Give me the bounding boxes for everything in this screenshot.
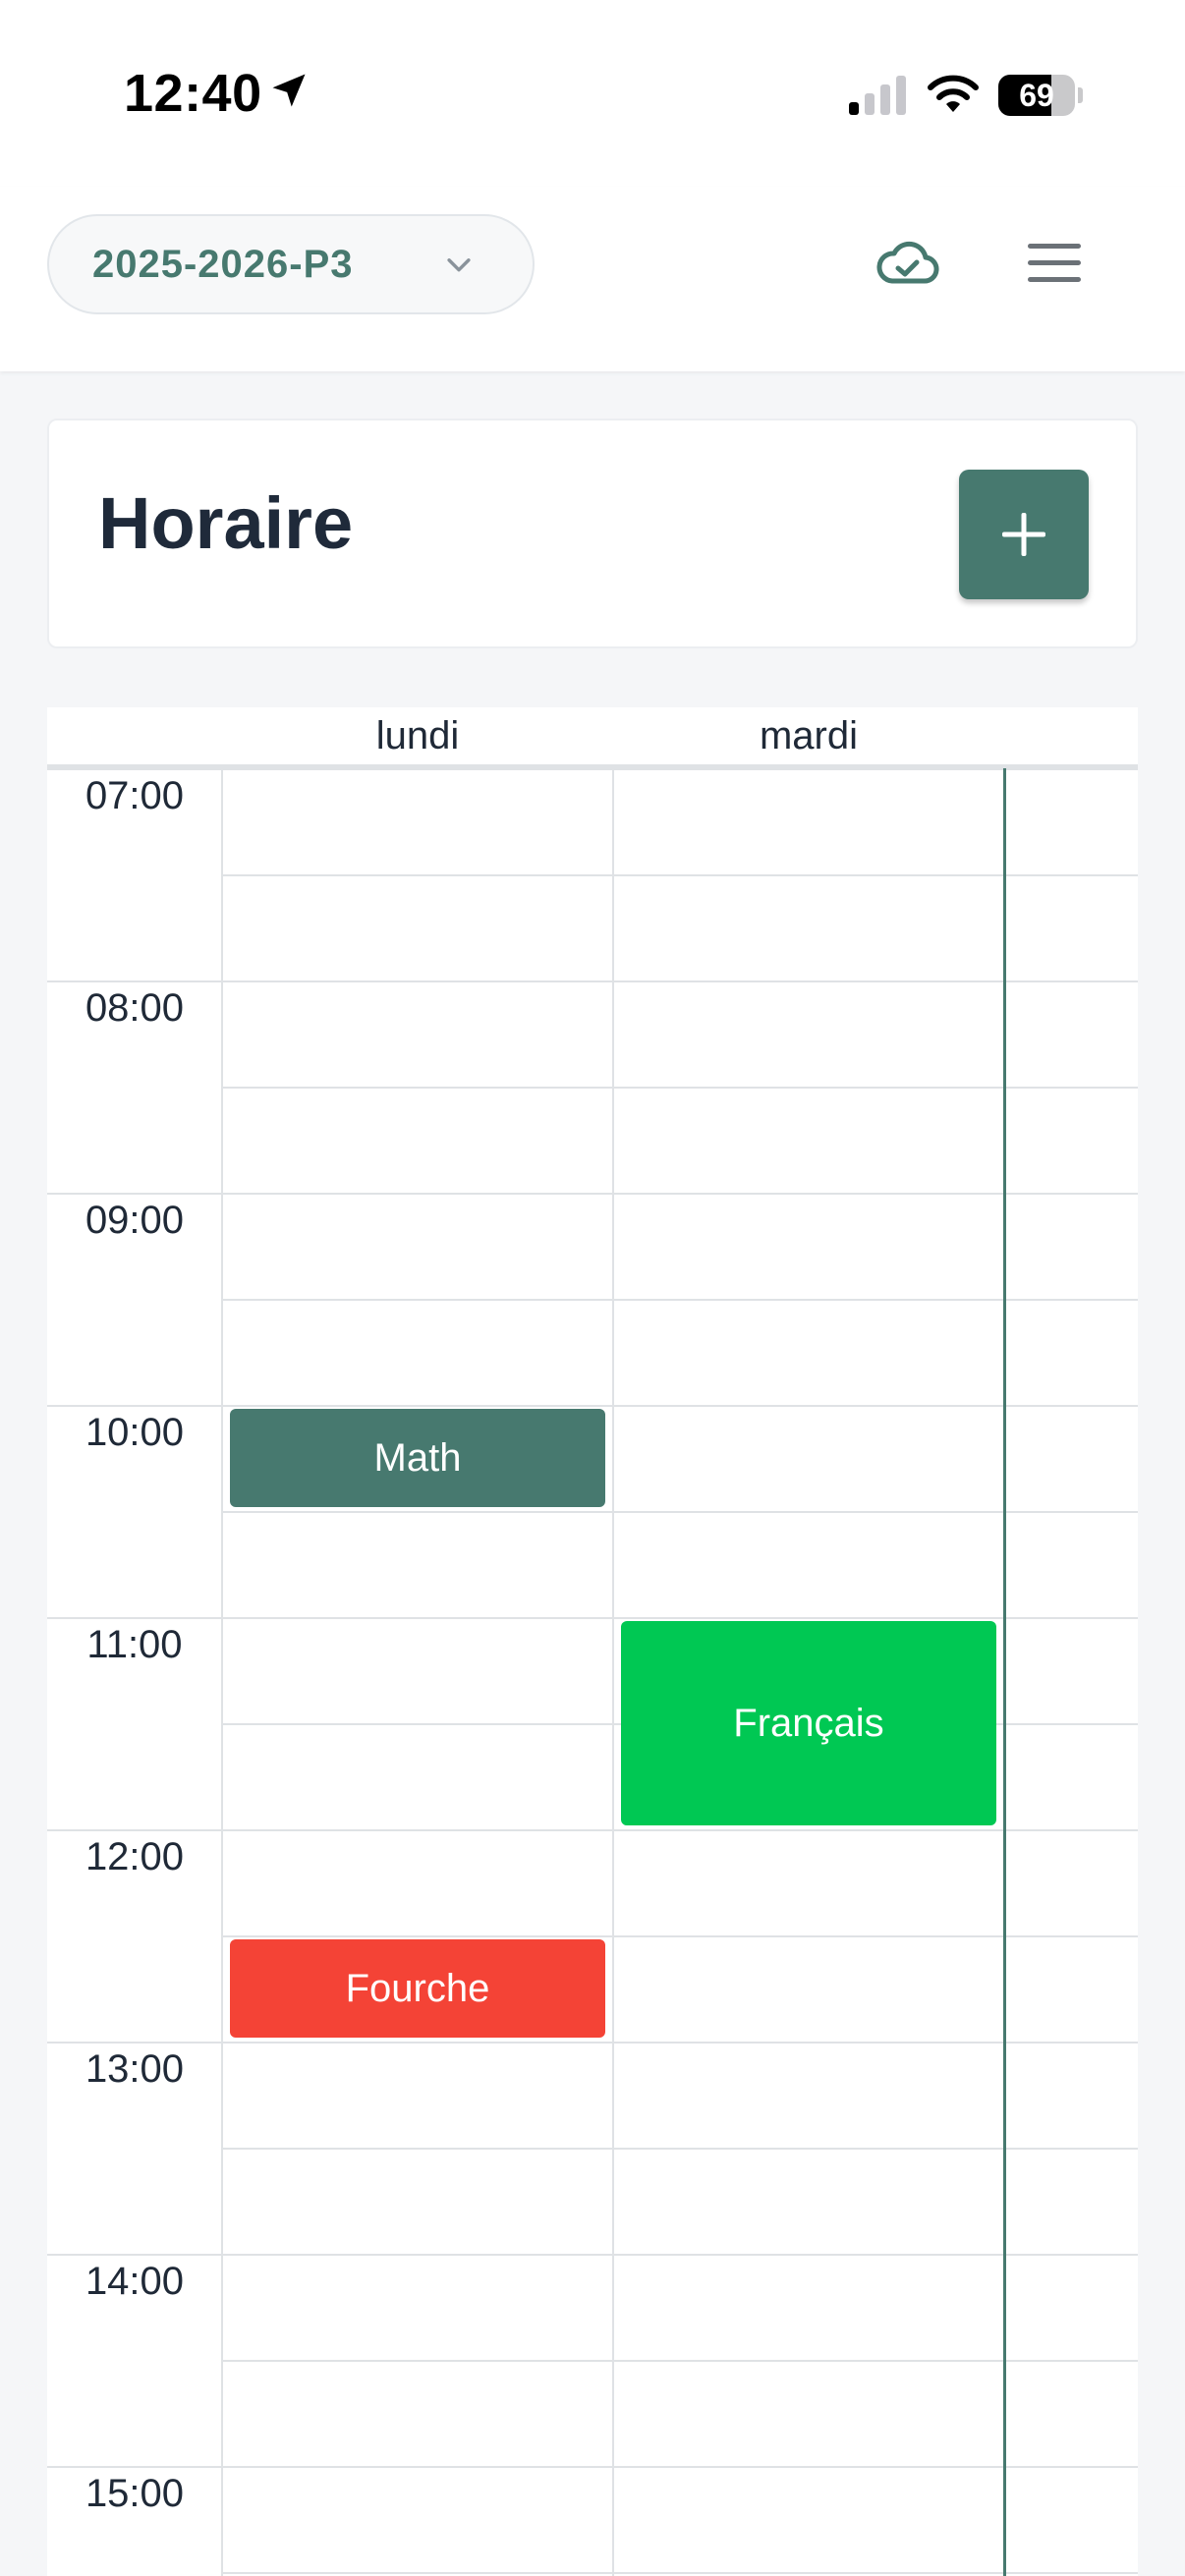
- calendar-grid[interactable]: 07:00 08:00 09:00 10:00 11:00 12:00 13:00 14:00…: [47, 768, 1138, 2576]
- hour-gridline: [47, 2042, 1138, 2044]
- hour-label: 12:00: [85, 1835, 185, 1878]
- half-hour-gridline: [222, 874, 1138, 876]
- chevron-down-icon: [447, 258, 471, 272]
- status-bar: 12:40 69: [0, 0, 1185, 187]
- plus-icon: [1002, 513, 1045, 556]
- half-hour-gridline: [222, 1299, 1138, 1301]
- day-column-divider: [612, 768, 614, 2576]
- day-column-divider: [221, 768, 223, 2576]
- battery-tip: [1078, 87, 1083, 103]
- hour-label: 15:00: [85, 2472, 185, 2515]
- hamburger-menu-icon[interactable]: [1026, 242, 1083, 285]
- event-fran-ais[interactable]: Français: [621, 1621, 996, 1825]
- hour-gridline: [47, 768, 1138, 770]
- wifi-icon: [928, 75, 979, 112]
- half-hour-gridline: [222, 2148, 1138, 2150]
- hour-gridline: [47, 1193, 1138, 1195]
- app-header: 2025-2026-P3: [0, 187, 1185, 371]
- battery-level: 69: [1019, 78, 1054, 113]
- event-fourche[interactable]: Fourche: [230, 1939, 605, 2038]
- hour-gridline: [47, 2466, 1138, 2468]
- title-card: Horaire: [47, 419, 1138, 648]
- battery-indicator: 69: [998, 75, 1083, 116]
- weekly-calendar: lundi mardi m 07:00 08:00 09:00 10:00 11:00 12:…: [47, 707, 1138, 2576]
- hour-gridline: [47, 1829, 1138, 1831]
- hour-gridline: [47, 2254, 1138, 2256]
- hour-label: 07:00: [85, 774, 185, 817]
- battery-body: 69: [998, 75, 1075, 116]
- hour-label: 13:00: [85, 2047, 185, 2091]
- hour-gridline: [47, 980, 1138, 982]
- add-event-button[interactable]: [959, 470, 1089, 599]
- hour-label: 14:00: [85, 2260, 185, 2303]
- cellular-signal-icon: [849, 76, 906, 115]
- period-select-value: 2025-2026-P3: [92, 243, 354, 286]
- half-hour-gridline: [222, 2572, 1138, 2574]
- cloud-check-icon[interactable]: [875, 238, 939, 287]
- location-arrow-icon: [272, 74, 306, 107]
- event-math[interactable]: Math: [230, 1409, 605, 1507]
- half-hour-gridline: [222, 2360, 1138, 2362]
- status-time: 12:40: [124, 64, 262, 123]
- current-day-divider: [1003, 768, 1006, 2576]
- hour-gridline: [47, 1405, 1138, 1407]
- hour-label: 09:00: [85, 1199, 185, 1242]
- hour-label: 11:00: [86, 1623, 183, 1666]
- half-hour-gridline: [222, 1935, 1138, 1937]
- half-hour-gridline: [222, 1511, 1138, 1513]
- day-header-0: lundi: [375, 714, 460, 757]
- day-header-1: mardi: [759, 714, 859, 757]
- page-title: Horaire: [98, 482, 354, 564]
- calendar-day-header: lundi mardi m: [47, 707, 1138, 768]
- period-select[interactable]: 2025-2026-P3: [47, 214, 535, 314]
- hour-label: 10:00: [85, 1411, 185, 1454]
- hour-gridline: [47, 1617, 1138, 1619]
- half-hour-gridline: [222, 1087, 1138, 1089]
- hour-label: 08:00: [85, 986, 185, 1030]
- day-header-2: m: [1004, 707, 1138, 764]
